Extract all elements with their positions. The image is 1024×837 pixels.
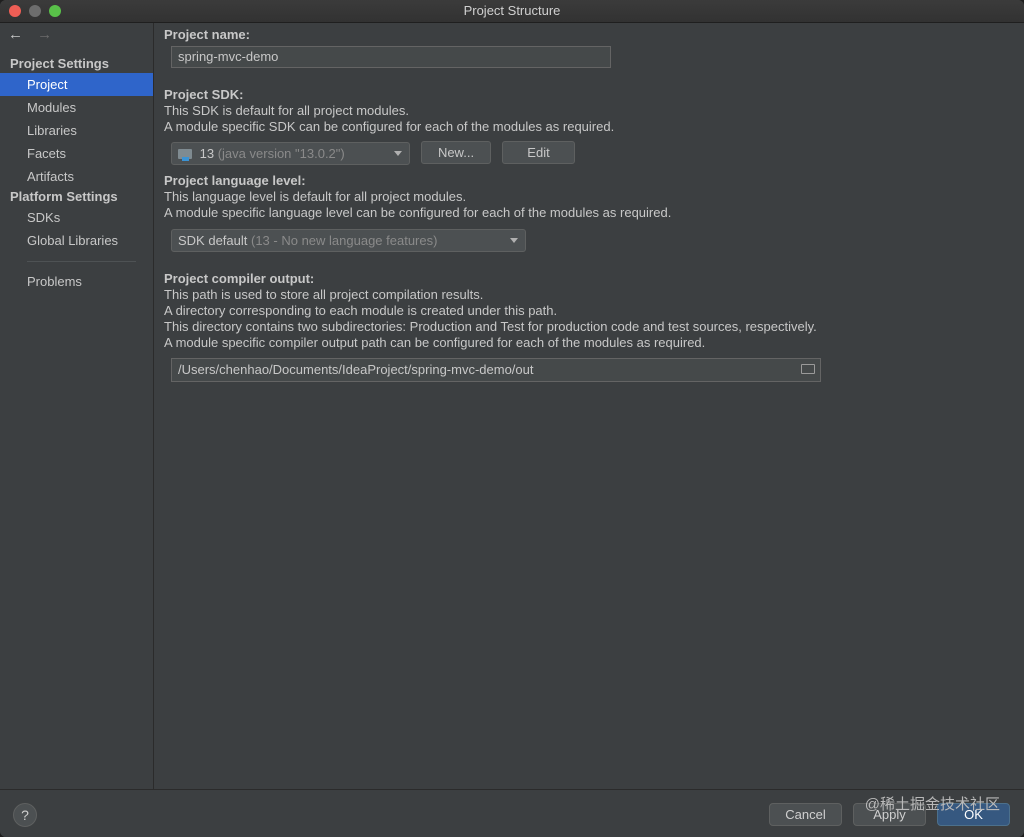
sdk-edit-button[interactable]: Edit [502, 141, 575, 164]
forward-arrow-icon[interactable]: → [37, 26, 52, 43]
language-level-dropdown[interactable]: SDK default (13 - No new language featur… [171, 229, 526, 252]
project-settings-panel: Project name: spring-mvc-demo Project SD… [154, 23, 1024, 789]
sdk-version: (java version "13.0.2") [217, 146, 345, 161]
sidebar-item-artifacts[interactable]: Artifacts [0, 165, 153, 188]
compiler-description-1: This path is used to store all project c… [164, 287, 484, 302]
chevron-down-icon [510, 238, 518, 243]
dialog-footer: ? Cancel Apply OK @稀土掘金技术社区 [0, 789, 1024, 837]
project-sdk-dropdown[interactable]: 13 (java version "13.0.2") [171, 142, 410, 165]
language-detail: (13 - No new language features) [251, 233, 438, 248]
compiler-output-path: /Users/chenhao/Documents/IdeaProject/spr… [178, 362, 534, 377]
sidebar-item-libraries[interactable]: Libraries [0, 119, 153, 142]
cancel-button[interactable]: Cancel [769, 803, 842, 826]
project-name-input[interactable]: spring-mvc-demo [171, 46, 611, 68]
folder-browse-icon[interactable] [801, 364, 815, 374]
window-title: Project Structure [463, 3, 561, 18]
language-value: SDK default [178, 233, 248, 248]
back-arrow-icon[interactable]: ← [8, 26, 23, 43]
sdk-value: 13 [199, 146, 215, 161]
project-settings-header: Project Settings [10, 56, 109, 71]
sidebar-item-project[interactable]: Project [0, 73, 153, 96]
sidebar-divider [27, 261, 136, 262]
sidebar-item-modules[interactable]: Modules [0, 96, 153, 119]
close-window-button[interactable] [9, 5, 21, 17]
navigation-arrows: ← → [8, 26, 62, 43]
minimize-window-button[interactable] [29, 5, 41, 17]
platform-settings-header: Platform Settings [10, 189, 118, 204]
maximize-window-button[interactable] [49, 5, 61, 17]
sdk-description-1: This SDK is default for all project modu… [164, 103, 409, 118]
watermark: @稀土掘金技术社区 [864, 796, 1000, 813]
compiler-description-4: A module specific compiler output path c… [164, 335, 706, 350]
project-sdk-label: Project SDK: [164, 87, 244, 102]
sidebar: ← → Project Settings Project Modules Lib… [0, 23, 154, 789]
sidebar-item-facets[interactable]: Facets [0, 142, 153, 165]
sdk-description-2: A module specific SDK can be configured … [164, 119, 615, 134]
sidebar-item-global-libraries[interactable]: Global Libraries [0, 229, 153, 252]
compiler-output-label: Project compiler output: [164, 271, 315, 286]
sidebar-item-sdks[interactable]: SDKs [0, 206, 153, 229]
sdk-new-button[interactable]: New... [421, 141, 491, 164]
language-description-1: This language level is default for all p… [164, 189, 467, 204]
compiler-output-path-input[interactable]: /Users/chenhao/Documents/IdeaProject/spr… [171, 358, 821, 382]
help-button[interactable]: ? [13, 803, 37, 827]
chevron-down-icon [394, 151, 402, 156]
language-description-2: A module specific language level can be … [164, 205, 672, 220]
compiler-description-3: This directory contains two subdirectori… [164, 319, 817, 334]
title-bar: Project Structure [0, 0, 1024, 23]
project-name-label: Project name: [164, 27, 250, 42]
sidebar-item-problems[interactable]: Problems [0, 270, 153, 293]
language-level-label: Project language level: [164, 173, 306, 188]
sdk-folder-icon [178, 149, 192, 161]
project-structure-window: Project Structure ← → Project Settings P… [0, 0, 1024, 837]
compiler-description-2: A directory corresponding to each module… [164, 303, 558, 318]
